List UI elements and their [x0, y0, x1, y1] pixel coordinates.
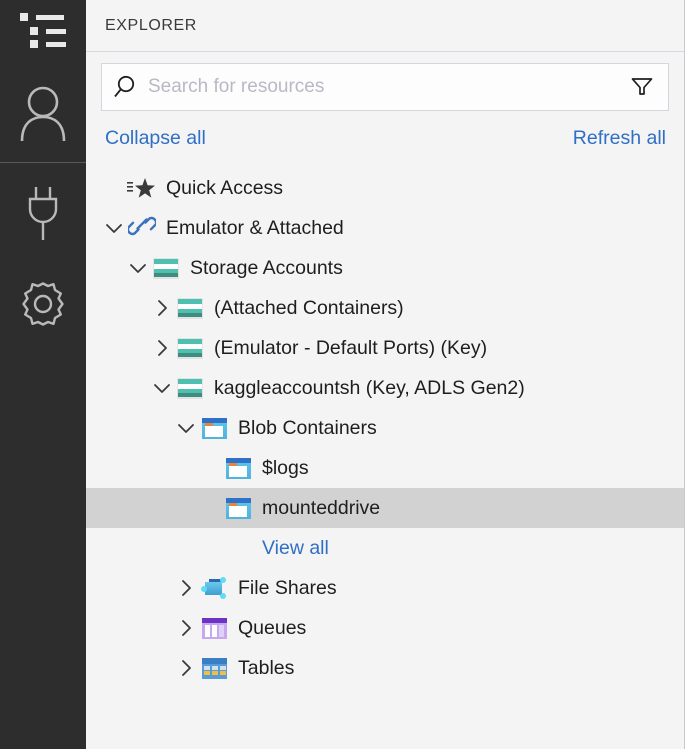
- tree-item-blob-containers[interactable]: Blob Containers: [86, 408, 684, 448]
- person-icon: [16, 83, 70, 143]
- tree-item-kaggleaccountsh-key-adls-gen2[interactable]: kaggleaccountsh (Key, ADLS Gen2): [86, 368, 684, 408]
- tree-actions-row: Collapse all Refresh all: [86, 111, 684, 150]
- tree-item-emulator-default-ports-key[interactable]: (Emulator - Default Ports) (Key): [86, 328, 684, 368]
- chevron-right-icon[interactable]: [173, 568, 199, 608]
- search-area: [86, 52, 684, 111]
- table-icon: [199, 656, 229, 680]
- tree-item-label: Queues: [238, 616, 307, 639]
- tree-item-attached-containers[interactable]: (Attached Containers): [86, 288, 684, 328]
- tree-item-label: kaggleaccountsh (Key, ADLS Gen2): [214, 376, 525, 399]
- storage-explorer-window: EXPLORER Collapse all Re: [0, 0, 685, 749]
- tree-item-label: File Shares: [238, 576, 337, 599]
- storage-account-icon: [151, 256, 181, 280]
- activity-item-explorer[interactable]: [0, 0, 86, 60]
- chevron-down-icon[interactable]: [101, 208, 127, 248]
- blob-container-icon: [223, 456, 253, 480]
- quick-access-star-icon: [127, 176, 157, 200]
- tree-item-label: Blob Containers: [238, 416, 377, 439]
- view-all-link[interactable]: View all: [262, 537, 329, 560]
- explorer-panel: EXPLORER Collapse all Re: [86, 0, 685, 749]
- magnifier-icon: [102, 74, 148, 100]
- tree-item-emulator-attached[interactable]: Emulator & Attached: [86, 208, 684, 248]
- funnel-icon[interactable]: [616, 64, 668, 110]
- chevron-down-icon[interactable]: [125, 248, 151, 288]
- list-icon: [18, 10, 68, 50]
- activity-item-settings[interactable]: [0, 268, 86, 340]
- storage-account-icon: [175, 376, 205, 400]
- tree-item-quick-access[interactable]: Quick Access: [86, 168, 684, 208]
- link-chain-icon: [126, 216, 158, 240]
- tree-item-view-all[interactable]: View all: [86, 528, 684, 568]
- chevron-down-icon[interactable]: [149, 368, 175, 408]
- file-share-icon: [199, 576, 229, 600]
- tree-item-label: Emulator & Attached: [166, 216, 344, 239]
- storage-account-icon: [175, 336, 205, 360]
- tree-item-storage-accounts[interactable]: Storage Accounts: [86, 248, 684, 288]
- chevron-right-icon[interactable]: [149, 328, 175, 368]
- tree-item-label: Storage Accounts: [190, 256, 343, 279]
- tree-item-label: Quick Access: [166, 176, 284, 199]
- tree-item-label: Tables: [238, 656, 295, 679]
- tree-item-label: mounteddrive: [262, 496, 381, 519]
- tree-item-label: $logs: [262, 456, 309, 479]
- tree-item-mounteddrive[interactable]: mounteddrive: [86, 488, 684, 528]
- blob-container-icon: [199, 416, 229, 440]
- tree-item-tables[interactable]: Tables: [86, 648, 684, 688]
- chevron-down-icon[interactable]: [173, 408, 199, 448]
- activity-bar: [0, 0, 86, 749]
- blob-container-icon: [223, 496, 253, 520]
- collapse-all-button[interactable]: Collapse all: [105, 127, 206, 150]
- queue-icon: [199, 616, 229, 640]
- activity-item-connect[interactable]: [0, 178, 86, 250]
- tree-item-logs[interactable]: $logs: [86, 448, 684, 488]
- page-title: EXPLORER: [105, 16, 197, 34]
- activity-bar-divider: [0, 162, 86, 163]
- refresh-all-button[interactable]: Refresh all: [573, 127, 666, 150]
- storage-account-icon: [175, 296, 205, 320]
- tree-item-file-shares[interactable]: File Shares: [86, 568, 684, 608]
- chevron-right-icon[interactable]: [173, 648, 199, 688]
- explorer-header: EXPLORER: [86, 0, 684, 52]
- tree-item-label: (Emulator - Default Ports) (Key): [214, 336, 488, 359]
- chevron-right-icon[interactable]: [149, 288, 175, 328]
- search-input[interactable]: [148, 64, 616, 110]
- gear-icon: [15, 276, 71, 332]
- search-box[interactable]: [101, 63, 669, 111]
- plug-icon: [21, 184, 65, 244]
- activity-item-account[interactable]: [0, 72, 86, 154]
- tree-item-label: (Attached Containers): [214, 296, 404, 319]
- tree-item-queues[interactable]: Queues: [86, 608, 684, 648]
- resource-tree: Quick Access Emulator & Attached Storage A…: [86, 168, 684, 688]
- chevron-right-icon[interactable]: [173, 608, 199, 648]
